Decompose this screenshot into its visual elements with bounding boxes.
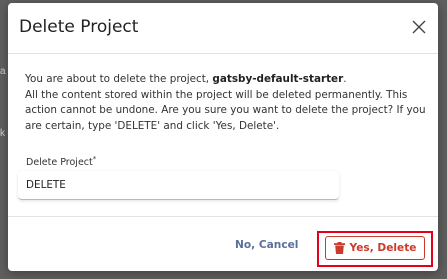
yes-delete-button[interactable]: Yes, Delete — [325, 236, 425, 260]
background-text-fragment: k — [0, 128, 5, 139]
message-suffix: . — [343, 73, 347, 85]
cancel-button[interactable]: No, Cancel — [235, 239, 298, 251]
close-icon[interactable] — [412, 20, 426, 34]
delete-project-modal: Delete Project You are about to delete t… — [8, 3, 438, 271]
message-body: All the content stored within the projec… — [25, 88, 426, 132]
project-name: gatsby-default-starter — [212, 73, 344, 85]
modal-footer: No, Cancel Yes, Delete — [8, 216, 438, 272]
modal-message: You are about to delete the project, gat… — [25, 72, 430, 134]
required-mark: * — [92, 155, 97, 163]
modal-header: Delete Project — [8, 3, 438, 54]
yes-delete-label: Yes, Delete — [349, 242, 417, 254]
delete-project-field-label: Delete Project* — [26, 155, 96, 168]
delete-confirmation-input[interactable] — [18, 171, 339, 200]
modal-body: You are about to delete the project, gat… — [8, 54, 438, 216]
trash-icon — [333, 242, 345, 254]
message-prefix: You are about to delete the project, — [25, 73, 213, 85]
background-text-fragment: a — [0, 66, 6, 77]
modal-title: Delete Project — [19, 17, 139, 37]
field-label-text: Delete Project — [26, 157, 93, 169]
